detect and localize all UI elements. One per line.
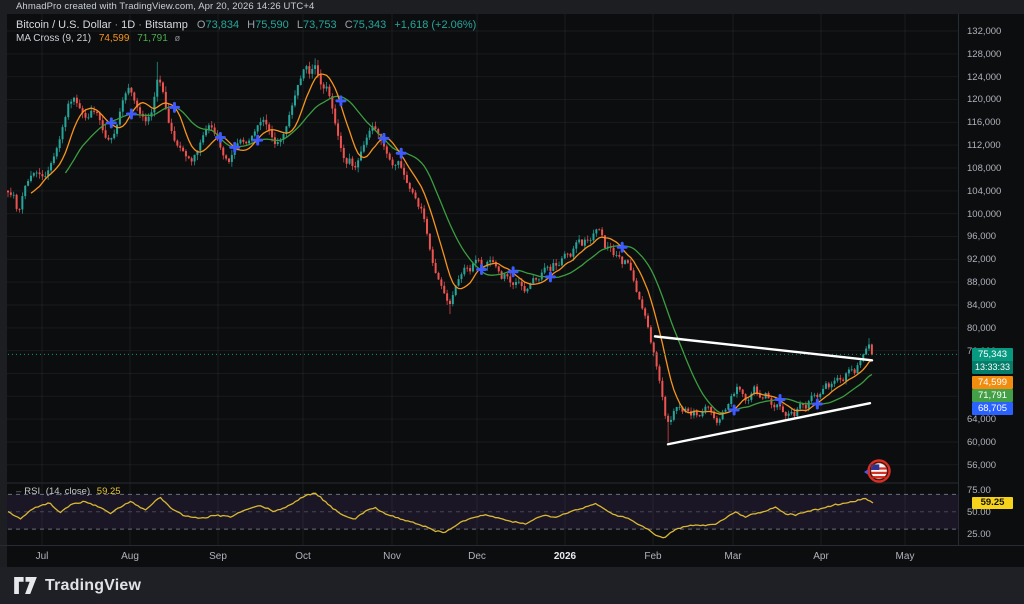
tradingview-chart-window: AhmadPro created with TradingView.com, A…	[0, 0, 1024, 604]
high-value: 75,590	[255, 19, 289, 31]
ma-cross-price-label: 68,705	[972, 402, 1013, 415]
rsi-legend[interactable]: –RSI (14, close) 59.25	[16, 486, 121, 497]
price-tick: 112,000	[967, 140, 1001, 151]
price-tick: 100,000	[967, 209, 1001, 220]
time-axis[interactable]: Jul Aug Sep Oct Nov Dec 2026 Feb Mar Apr May	[0, 545, 1024, 567]
price-tick: 88,000	[967, 277, 996, 288]
time-tick-year[interactable]: 2026	[554, 551, 576, 562]
trend-line[interactable]	[655, 336, 872, 360]
exchange: Bitstamp	[145, 19, 188, 31]
indicator-name[interactable]: MA Cross	[16, 33, 59, 44]
tradingview-logo-icon[interactable]	[14, 577, 37, 594]
ma-cross-markers	[107, 97, 821, 414]
time-tick[interactable]: Sep	[209, 551, 227, 562]
footer-bar: TradingView	[0, 567, 1024, 604]
last-price-label: 75,343 13:33:33	[972, 348, 1013, 374]
price-tick: 92,000	[967, 254, 996, 265]
timeframe[interactable]: 1D	[121, 19, 135, 31]
last-price-value: 75,343	[972, 348, 1013, 361]
grid-layer	[0, 14, 958, 545]
bar-countdown: 13:33:33	[972, 361, 1013, 374]
price-tick: 104,000	[967, 186, 1001, 197]
indicator-params: (9, 21)	[62, 33, 91, 44]
open-value: 73,834	[205, 19, 239, 31]
rsi-name[interactable]: RSI	[24, 486, 40, 497]
time-tick[interactable]: Dec	[468, 551, 486, 562]
ma-slow-price-label: 71,791	[972, 389, 1013, 402]
price-tick: 64,000	[967, 414, 996, 425]
ma-slow-value: 71,791	[137, 33, 168, 44]
price-tick: 132,000	[967, 26, 1001, 37]
time-tick[interactable]: Mar	[724, 551, 741, 562]
time-tick[interactable]: May	[896, 551, 915, 562]
price-chart[interactable]	[0, 14, 958, 545]
trend-line[interactable]	[668, 403, 870, 444]
price-tick: 124,000	[967, 72, 1001, 83]
ma-cross-legend[interactable]: MA Cross (9, 21) 74,599 71,791 ø	[16, 33, 180, 44]
time-tick[interactable]: Oct	[295, 551, 311, 562]
close-label: C	[345, 19, 353, 31]
ma-fast-price-label: 74,599	[972, 376, 1013, 389]
symbol-legend[interactable]: Bitcoin / U.S. Dollar · 1D · Bitstamp O7…	[16, 19, 476, 31]
rsi-value: 59.25	[97, 486, 121, 497]
us-flag-sticker[interactable]	[858, 456, 892, 486]
attribution-text: AhmadPro created with TradingView.com, A…	[16, 1, 314, 12]
time-tick[interactable]: Aug	[121, 551, 139, 562]
price-tick: 120,000	[967, 94, 1001, 105]
price-tick: 84,000	[967, 300, 996, 311]
rsi-params: (14, close)	[46, 486, 90, 497]
high-label: H	[247, 19, 255, 31]
rsi-tick: 75.00	[967, 485, 991, 496]
rsi-pane	[0, 493, 958, 537]
price-tick: 56,000	[967, 460, 996, 471]
ma-fast-line	[31, 74, 872, 414]
attribution-bar: AhmadPro created with TradingView.com, A…	[0, 0, 1024, 14]
left-margin	[0, 14, 7, 567]
rsi-collapse-icon[interactable]: –	[16, 486, 21, 497]
price-tick: 116,000	[967, 117, 1001, 128]
ma-fast-value: 74,599	[99, 33, 130, 44]
price-tick: 60,000	[967, 437, 996, 448]
price-tick: 128,000	[967, 49, 1001, 60]
time-tick[interactable]: Feb	[644, 551, 661, 562]
time-tick[interactable]: Apr	[813, 551, 829, 562]
indicator-more-icon[interactable]: ø	[175, 33, 181, 43]
price-tick: 80,000	[967, 323, 996, 334]
time-tick[interactable]: Jul	[36, 551, 49, 562]
change-value: +1,618 (+2.06%)	[394, 19, 476, 31]
price-axis[interactable]: 132,000 128,000 124,000 120,000 116,000 112,0…	[958, 14, 1024, 545]
candles-layer	[7, 58, 873, 442]
tradingview-brand[interactable]: TradingView	[45, 577, 141, 595]
price-tick: 108,000	[967, 163, 1001, 174]
low-value: 73,753	[303, 19, 337, 31]
rsi-value-label: 59.25	[972, 497, 1013, 509]
ma-slow-line	[65, 96, 872, 413]
rsi-tick: 25.00	[967, 529, 991, 540]
symbol-title[interactable]: Bitcoin / U.S. Dollar	[16, 19, 111, 31]
price-tick: 96,000	[967, 231, 996, 242]
time-tick[interactable]: Nov	[383, 551, 401, 562]
close-value: 75,343	[353, 19, 387, 31]
